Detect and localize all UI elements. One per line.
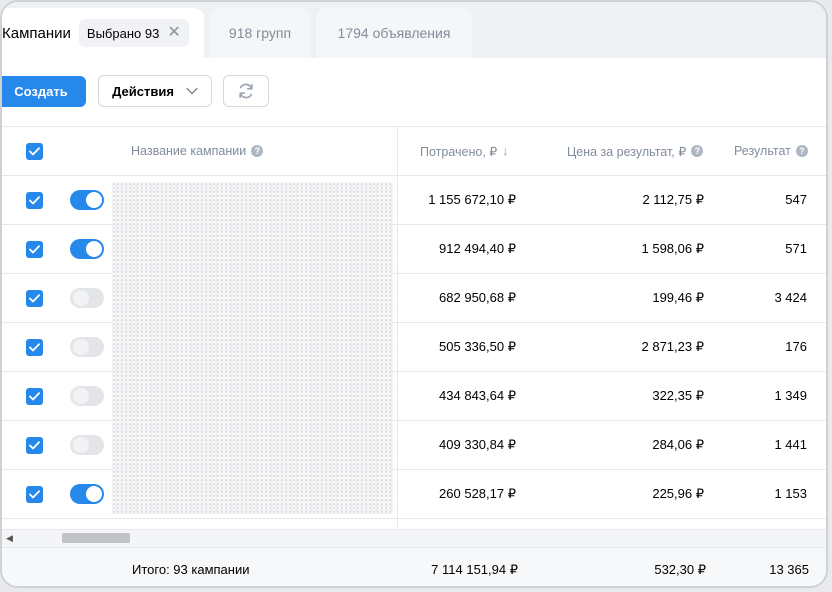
create-button[interactable]: Создать (2, 76, 86, 107)
actions-dropdown-label: Действия (112, 83, 174, 99)
refresh-icon (239, 83, 253, 99)
tab-ads[interactable]: 1794 объявления (316, 8, 472, 58)
campaign-status-toggle[interactable] (70, 435, 104, 455)
cell-spent: 260 528,17 ₽ (439, 486, 516, 501)
total-result: 13 365 (769, 562, 809, 577)
cell-price-per-result: 2 871,23 ₽ (641, 339, 705, 354)
cell-result: 176 (785, 339, 807, 354)
toggle-knob (73, 437, 89, 453)
cell-price-per-result: 225,96 ₽ (652, 486, 704, 501)
help-icon[interactable]: ? (691, 145, 704, 157)
tab-campaigns[interactable]: Кампании Выбрано 93 ✕ (2, 8, 204, 58)
header-campaign-name-label: Название кампании (131, 144, 247, 158)
cell-spent: 505 336,50 ₽ (439, 339, 516, 354)
refresh-button[interactable] (223, 75, 269, 107)
cell-spent: 434 843,64 ₽ (439, 388, 516, 403)
cell-spent: 409 330,84 ₽ (439, 437, 516, 452)
toggle-knob (86, 241, 102, 257)
cell-spent: 682 950,68 ₽ (439, 290, 516, 305)
header-spent[interactable]: Потрачено, ₽ ↓ (420, 127, 508, 175)
header-price-label: Цена за результат, ₽ (567, 144, 687, 159)
cell-result: 1 441 (774, 437, 807, 452)
chevron-down-icon (186, 87, 198, 95)
cell-result: 3 424 (774, 290, 807, 305)
select-all-checkbox[interactable] (26, 143, 43, 160)
checkmark-icon (29, 147, 40, 156)
checkmark-icon (29, 490, 40, 499)
row-checkbox[interactable] (26, 339, 43, 356)
selection-chip-label: Выбрано 93 (86, 25, 160, 41)
campaign-status-toggle[interactable] (70, 386, 104, 406)
help-icon[interactable]: ? (251, 145, 264, 157)
table-footer: Итого: 93 кампании 7 114 151,94 ₽ 532,30… (2, 547, 826, 586)
cell-spent: 912 494,40 ₽ (439, 241, 516, 256)
toggle-knob (73, 339, 89, 355)
cell-result: 571 (785, 241, 807, 256)
toggle-knob (86, 486, 102, 502)
total-label: Итого: 93 кампании (132, 562, 250, 577)
tab-bar: Кампании Выбрано 93 ✕ 918 групп 1794 объ… (2, 2, 826, 58)
toggle-knob (73, 290, 89, 306)
total-price: 532,30 ₽ (654, 561, 706, 577)
tab-groups-label: 918 групп (228, 25, 292, 41)
row-checkbox[interactable] (26, 388, 43, 405)
scroll-left-icon[interactable]: ◀ (6, 533, 13, 544)
help-icon[interactable]: ? (795, 145, 808, 157)
cell-price-per-result: 1 598,06 ₽ (641, 241, 705, 256)
cell-price-per-result: 284,06 ₽ (652, 437, 704, 452)
header-result[interactable]: Результат ? (734, 127, 808, 175)
cell-price-per-result: 199,46 ₽ (652, 290, 704, 305)
scrollbar-thumb[interactable] (62, 533, 130, 543)
table-header: Название кампании ? Потрачено, ₽ ↓ Цена … (2, 126, 826, 176)
toggle-knob (86, 192, 102, 208)
row-checkbox[interactable] (26, 437, 43, 454)
header-result-label: Результат (734, 144, 791, 158)
campaign-status-toggle[interactable] (70, 239, 104, 259)
checkmark-icon (29, 343, 40, 352)
row-checkbox[interactable] (26, 241, 43, 258)
campaign-status-toggle[interactable] (70, 337, 104, 357)
cell-price-per-result: 2 112,75 ₽ (642, 192, 704, 207)
checkmark-icon (29, 196, 40, 205)
cell-result: 547 (785, 192, 807, 207)
checkmark-icon (29, 294, 40, 303)
cell-price-per-result: 322,35 ₽ (652, 388, 704, 403)
row-checkbox[interactable] (26, 192, 43, 209)
close-icon[interactable]: ✕ (167, 25, 180, 41)
checkmark-icon (29, 392, 40, 401)
cell-result: 1 349 (774, 388, 807, 403)
campaign-status-toggle[interactable] (70, 288, 104, 308)
cell-spent: 1 155 672,10 ₽ (428, 192, 516, 207)
row-checkbox[interactable] (26, 486, 43, 503)
actions-dropdown[interactable]: Действия (98, 75, 212, 107)
campaign-status-toggle[interactable] (70, 190, 104, 210)
row-checkbox[interactable] (26, 290, 43, 307)
header-price-per-result[interactable]: Цена за результат, ₽ ? (567, 127, 704, 175)
column-divider (397, 126, 398, 528)
checkmark-icon (29, 245, 40, 254)
tab-groups[interactable]: 918 групп (210, 8, 310, 58)
sort-down-icon: ↓ (502, 144, 509, 158)
tab-ads-label: 1794 объявления (337, 25, 451, 41)
header-campaign-name[interactable]: Название кампании ? (131, 127, 264, 175)
selection-chip: Выбрано 93 ✕ (78, 19, 189, 47)
campaign-names-redacted (112, 182, 393, 514)
total-spent: 7 114 151,94 ₽ (431, 561, 518, 577)
toggle-knob (73, 388, 89, 404)
app-window: Кампании Выбрано 93 ✕ 918 групп 1794 объ… (0, 0, 828, 588)
cell-result: 1 153 (774, 486, 807, 501)
tab-campaigns-label: Кампании (2, 24, 71, 42)
campaign-status-toggle[interactable] (70, 484, 104, 504)
horizontal-scrollbar[interactable]: ◀ (2, 529, 826, 547)
checkmark-icon (29, 441, 40, 450)
header-spent-label: Потрачено, ₽ (420, 144, 498, 159)
